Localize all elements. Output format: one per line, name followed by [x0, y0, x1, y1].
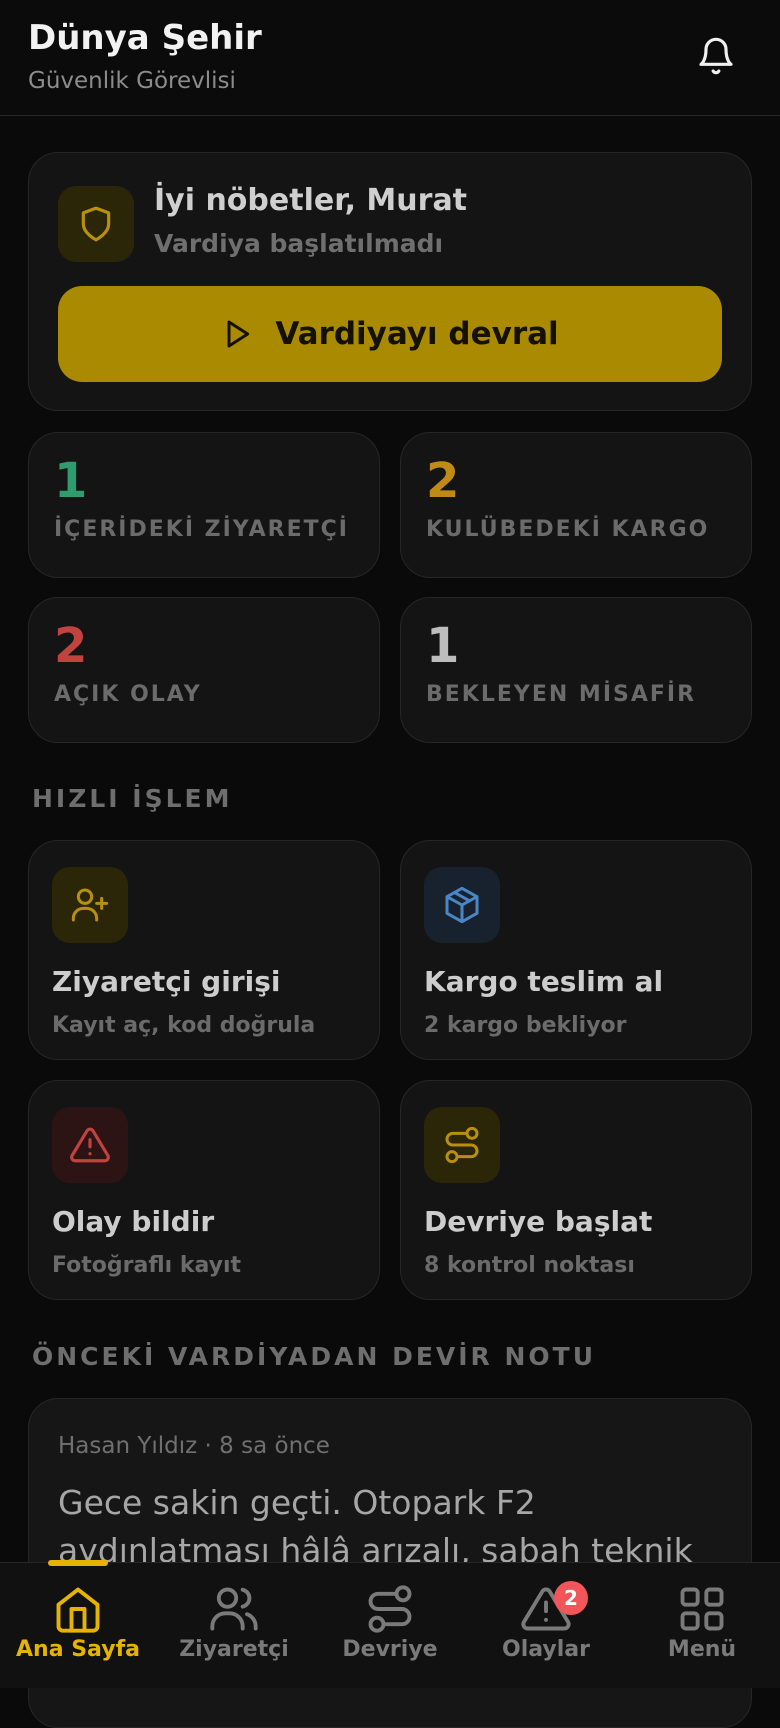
action-title: Devriye başlat — [424, 1205, 653, 1238]
play-icon — [227, 320, 250, 348]
nav-label: Ana Sayfa — [16, 1637, 140, 1662]
handover-title: ÖNCEKİ VARDİYADAN DEVİR NOTU — [32, 1342, 597, 1371]
action-title: Ziyaretçi girişi — [52, 965, 281, 998]
action-title: Kargo teslim al — [424, 965, 664, 998]
shield-icon — [81, 206, 111, 242]
greeting: İyi nöbetler, Murat — [154, 183, 468, 218]
report-incident-action[interactable]: Olay bildir Fotoğraflı kayıt — [28, 1080, 380, 1300]
stat-cargo-in-booth[interactable]: 2 KULÜBEDEKİ KARGO — [400, 432, 752, 578]
nav-label: Menü — [667, 1637, 737, 1662]
users-icon — [210, 1587, 258, 1631]
take-over-shift-label: Vardiyayı devral — [275, 316, 559, 352]
note-text: Gece sakin geçti. Otopark F2 aydınlatmas… — [58, 1483, 693, 1570]
stat-value: 1 — [54, 453, 88, 509]
action-subtitle: Kayıt aç, kod doğrula — [52, 1013, 316, 1038]
stat-value: 2 — [426, 453, 460, 509]
action-icon-box — [424, 867, 500, 943]
visitor-entry-action[interactable]: Ziyaretçi girişi Kayıt aç, kod doğrula — [28, 840, 380, 1060]
nav-menu[interactable]: Menü — [624, 1563, 780, 1689]
receive-cargo-action[interactable]: Kargo teslim al 2 kargo bekliyor — [400, 840, 752, 1060]
stat-label: İÇERİDEKİ ZİYARETÇİ — [54, 517, 349, 542]
nav-patrol[interactable]: Devriye — [312, 1563, 468, 1689]
shift-status: Vardiya başlatılmadı — [154, 229, 444, 258]
quick-actions-title: HIZLI İŞLEM — [32, 784, 233, 813]
route-icon — [445, 1126, 479, 1164]
grid-icon — [680, 1587, 724, 1631]
user-plus-icon — [71, 888, 109, 922]
stat-value: 2 — [54, 618, 88, 674]
stat-waiting-guests[interactable]: 1 BEKLEYEN MİSAFİR — [400, 597, 752, 743]
home-icon — [56, 1587, 100, 1633]
nav-label: Devriye — [342, 1637, 438, 1662]
take-over-shift-button[interactable]: Vardiyayı devral — [58, 286, 722, 382]
stat-label: AÇIK OLAY — [54, 682, 202, 707]
user-role: Güvenlik Görevlisi — [28, 68, 236, 94]
bell-icon — [699, 37, 733, 75]
nav-visitors[interactable]: Ziyaretçi — [156, 1563, 312, 1689]
stat-value: 1 — [426, 618, 460, 674]
action-subtitle: Fotoğraflı kayıt — [52, 1253, 242, 1278]
alert-triangle-icon — [70, 1127, 110, 1163]
action-icon-box — [52, 867, 128, 943]
shield-badge — [58, 186, 134, 262]
action-subtitle: 2 kargo bekliyor — [424, 1013, 627, 1038]
note-author-time: Hasan Yıldız · 8 sa önce — [58, 1433, 330, 1459]
stat-visitors-inside[interactable]: 1 İÇERİDEKİ ZİYARETÇİ — [28, 432, 380, 578]
action-subtitle: 8 kontrol noktası — [424, 1253, 635, 1278]
bottom-navigation: Ana Sayfa Ziyaretçi Devriye Olaylar 2 Me… — [0, 1560, 780, 1689]
nav-label: Olaylar — [502, 1637, 590, 1662]
route-icon — [368, 1585, 412, 1633]
notifications-button[interactable] — [690, 30, 742, 82]
action-icon-box — [52, 1107, 128, 1183]
incidents-badge: 2 — [554, 1581, 588, 1615]
stat-label: KULÜBEDEKİ KARGO — [426, 517, 710, 542]
app-header: Dünya Şehir Güvenlik Görevlisi — [0, 0, 780, 116]
nav-label: Ziyaretçi — [179, 1637, 289, 1662]
stat-open-incidents[interactable]: 2 AÇIK OLAY — [28, 597, 380, 743]
nav-home[interactable]: Ana Sayfa — [0, 1563, 156, 1689]
package-icon — [445, 886, 479, 924]
nav-incidents[interactable]: Olaylar — [468, 1563, 624, 1689]
start-patrol-action[interactable]: Devriye başlat 8 kontrol noktası — [400, 1080, 752, 1300]
shift-card: İyi nöbetler, Murat Vardiya başlatılmadı… — [28, 152, 752, 411]
action-icon-box — [424, 1107, 500, 1183]
site-title: Dünya Şehir — [28, 18, 262, 58]
stat-label: BEKLEYEN MİSAFİR — [426, 682, 697, 707]
action-title: Olay bildir — [52, 1205, 215, 1238]
